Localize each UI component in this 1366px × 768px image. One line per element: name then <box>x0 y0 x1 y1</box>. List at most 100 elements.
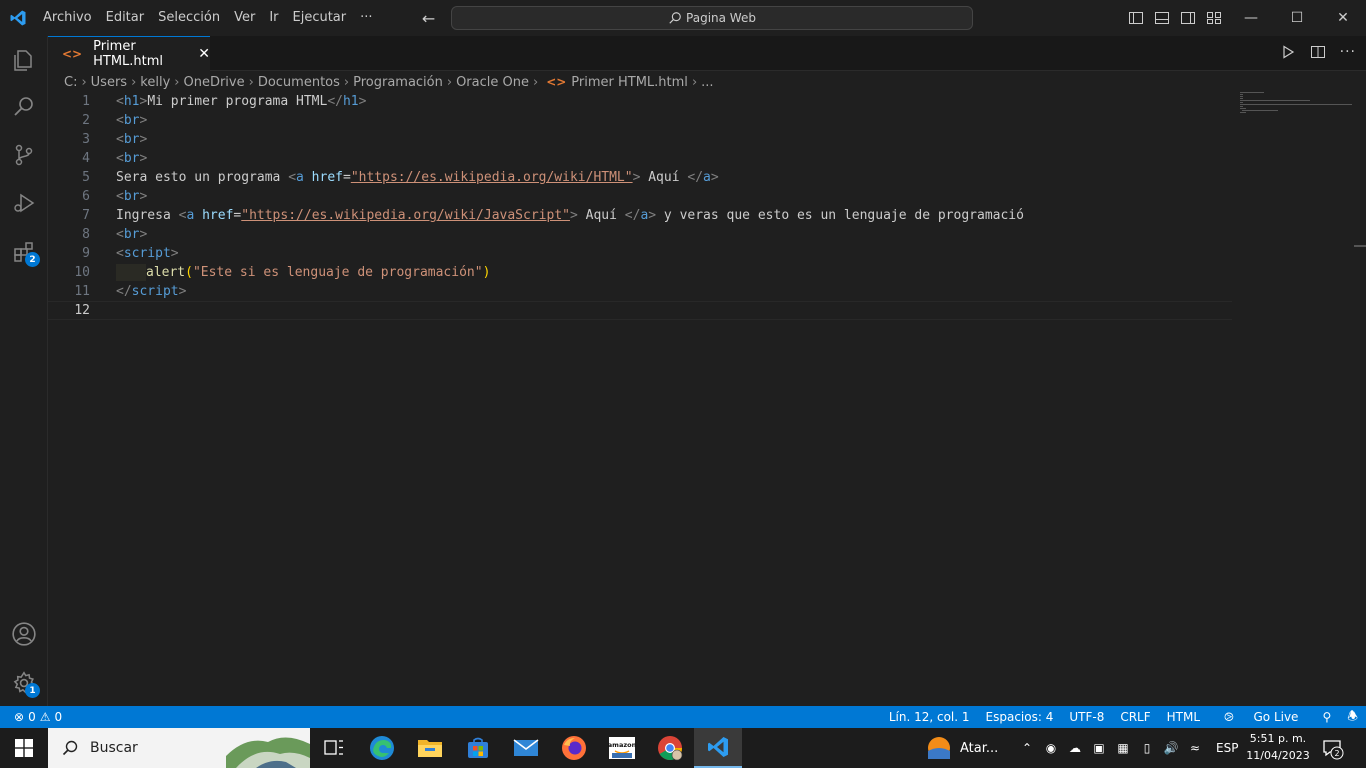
command-center-label: Pagina Web <box>686 11 756 25</box>
toggle-panel-icon[interactable] <box>1154 10 1171 26</box>
breadcrumb-item[interactable]: kelly <box>140 75 170 90</box>
go-live-button[interactable]: ⧁ Go Live <box>1208 710 1314 725</box>
breadcrumb-item[interactable]: Users <box>91 75 127 90</box>
toggle-primary-sidebar-icon[interactable] <box>1128 10 1145 26</box>
explorer-icon[interactable] <box>0 36 48 84</box>
menu-ir[interactable]: Ir <box>262 0 285 36</box>
minimize-icon[interactable]: — <box>1228 0 1274 36</box>
menu-editar[interactable]: Editar <box>99 0 152 36</box>
html-file-icon: <> <box>62 47 83 61</box>
minimap-line <box>1240 100 1310 101</box>
close-icon[interactable]: ✕ <box>1320 0 1366 36</box>
line-number: 9 <box>82 246 90 261</box>
toggle-secondary-sidebar-icon[interactable] <box>1180 10 1197 26</box>
input-language[interactable]: ESP <box>1216 741 1238 755</box>
breadcrumb-symbols[interactable]: ... <box>701 75 713 90</box>
accounts-icon[interactable] <box>0 610 48 658</box>
menu-archivo[interactable]: Archivo <box>36 0 99 36</box>
language-mode[interactable]: HTML <box>1159 710 1208 724</box>
menu-ejecutar[interactable]: Ejecutar <box>286 0 354 36</box>
text-content: Aquí <box>577 208 625 223</box>
tag-bracket: < <box>116 246 124 261</box>
problems-indicator[interactable]: ⊗ 0 ⚠ 0 <box>0 710 62 724</box>
weather-widget[interactable]: Atar... <box>926 728 998 768</box>
extensions-icon[interactable]: 2 <box>0 228 48 276</box>
chevron-up-icon[interactable]: ⌃ <box>1018 739 1036 757</box>
indentation[interactable]: Espacios: 4 <box>978 710 1062 724</box>
error-count: 0 <box>28 710 36 724</box>
minimap-line <box>1240 98 1243 99</box>
edge-browser-icon[interactable] <box>358 728 406 768</box>
feedback-icon[interactable]: ⚲ <box>1314 710 1339 724</box>
tag-bracket: < <box>116 94 124 109</box>
tag-bracket: </ <box>116 284 132 299</box>
amazon-label: amazon <box>608 741 636 749</box>
system-clock[interactable]: 5:51 p. m. 11/04/2023 <box>1243 730 1313 764</box>
manage-gear-icon[interactable]: 1 <box>0 659 48 707</box>
start-button[interactable] <box>0 728 48 768</box>
code-editor[interactable]: 1 <h1>Mi primer programa HTML</h1> 2 <br… <box>48 92 1232 706</box>
minimap[interactable] <box>1232 92 1366 706</box>
menu-seleccion[interactable]: Selección <box>151 0 227 36</box>
volume-icon[interactable]: 🔊 <box>1162 739 1180 757</box>
customize-layout-icon[interactable] <box>1206 10 1223 26</box>
link-url[interactable]: "https://es.wikipedia.org/wiki/HTML" <box>351 170 633 185</box>
task-view-icon[interactable] <box>310 728 358 768</box>
breadcrumb-item[interactable]: Programación <box>353 75 443 90</box>
tab-primer-html[interactable]: <> Primer HTML.html ✕ <box>48 36 210 71</box>
end-of-line[interactable]: CRLF <box>1112 710 1158 724</box>
maximize-icon[interactable]: ☐ <box>1274 0 1320 36</box>
code-line: 9 <script> <box>48 244 1232 263</box>
attribute-name: href <box>311 170 343 185</box>
taskbar-search[interactable]: Buscar <box>48 728 310 768</box>
warning-icon: ⚠ <box>39 710 51 724</box>
more-actions-icon[interactable]: ··· <box>1340 44 1356 64</box>
menu-more[interactable]: ··· <box>353 0 379 36</box>
breadcrumb-item[interactable]: OneDrive <box>183 75 244 90</box>
chrome-icon[interactable] <box>646 728 694 768</box>
wifi-icon[interactable]: ≈ <box>1186 739 1204 757</box>
link-url[interactable]: "https://es.wikipedia.org/wiki/JavaScrip… <box>241 208 570 223</box>
amazon-app-icon[interactable]: amazon <box>598 728 646 768</box>
run-icon[interactable] <box>1280 44 1296 64</box>
menu-ver[interactable]: Ver <box>227 0 262 36</box>
title-bar: Archivo Editar Selección Ver Ir Ejecutar… <box>0 0 1366 36</box>
manage-badge: 1 <box>25 683 40 698</box>
tab-close-icon[interactable]: ✕ <box>198 46 210 62</box>
tag-name: br <box>123 113 140 128</box>
code-line: 5 Sera esto un programa <a href="https:/… <box>48 168 1232 187</box>
battery-icon[interactable]: ▯ <box>1138 739 1156 757</box>
notifications-bell-icon[interactable]: 🕭 <box>1339 707 1366 728</box>
code-line: 4 <br> <box>48 149 1232 168</box>
breadcrumb-item[interactable]: C: <box>64 75 77 90</box>
cursor-position[interactable]: Lín. 12, col. 1 <box>881 710 978 724</box>
breadcrumb-item[interactable]: Oracle One <box>456 75 529 90</box>
breadcrumb-file[interactable]: Primer HTML.html <box>571 75 688 90</box>
go-live-label: Go Live <box>1253 709 1299 724</box>
tag-name: br <box>123 132 140 147</box>
camera-icon[interactable]: ▣ <box>1090 739 1108 757</box>
text-content: Sera esto un programa <box>116 170 289 185</box>
notification-center-icon[interactable]: 2 <box>1322 738 1344 764</box>
encoding[interactable]: UTF-8 <box>1061 710 1112 724</box>
text-content: Aquí <box>640 170 688 185</box>
search-placeholder: Buscar <box>90 740 138 756</box>
chevron-right-icon: › <box>131 74 137 90</box>
vscode-taskbar-icon[interactable] <box>694 728 742 768</box>
source-control-icon[interactable] <box>0 131 48 179</box>
command-center[interactable]: Pagina Web <box>451 6 973 30</box>
record-icon[interactable]: ◉ <box>1042 739 1060 757</box>
split-editor-icon[interactable] <box>1310 44 1326 64</box>
breadcrumb-item[interactable]: Documentos <box>258 75 340 90</box>
mail-icon[interactable] <box>502 728 550 768</box>
file-explorer-icon[interactable] <box>406 728 454 768</box>
back-arrow-icon[interactable]: ← <box>418 9 440 28</box>
line-number: 12 <box>74 303 90 318</box>
code-line: 6 <br> <box>48 187 1232 206</box>
search-icon[interactable] <box>0 82 48 130</box>
run-debug-icon[interactable] <box>0 179 48 227</box>
display-icon[interactable]: ▦ <box>1114 739 1132 757</box>
firefox-icon[interactable] <box>550 728 598 768</box>
microsoft-store-icon[interactable] <box>454 728 502 768</box>
cloud-error-icon[interactable]: ☁ <box>1066 739 1084 757</box>
